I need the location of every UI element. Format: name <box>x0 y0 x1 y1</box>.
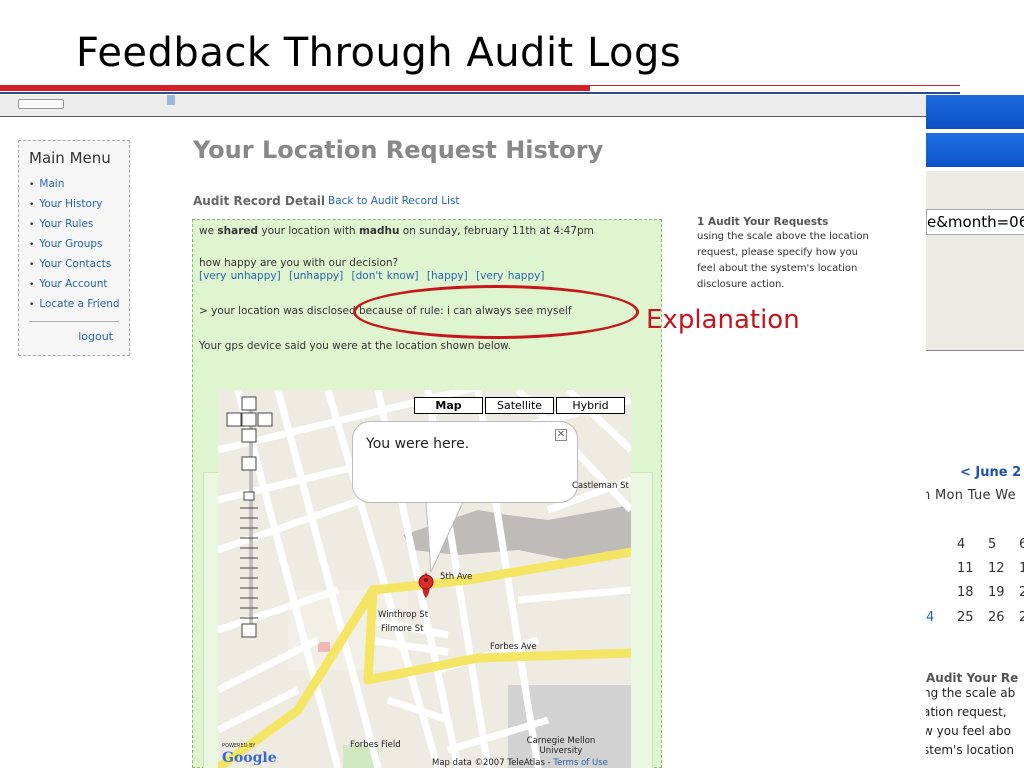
logout-link[interactable]: logout <box>29 330 119 343</box>
menu-item-locate-friend[interactable]: Locate a Friend <box>29 295 119 315</box>
menu-item-main[interactable]: Main <box>29 175 119 195</box>
gps-note: Your gps device said you were at the loc… <box>199 340 512 352</box>
terms-of-use-link[interactable]: Terms of Use <box>553 758 608 768</box>
help-text-line: using the scale above the location <box>697 231 869 242</box>
map-credit: Map data ©2007 TeleAtlas - Terms of Use <box>432 758 608 768</box>
google-logo: Google <box>222 750 277 766</box>
map-street-label: 5th Ave <box>440 572 473 582</box>
title-rule-red <box>0 85 590 91</box>
map-street-label: Winthrop St <box>378 610 429 620</box>
rating-links: [very unhappy] [unhappy] [don't know] [h… <box>199 270 548 282</box>
window-chrome <box>926 171 1024 351</box>
help-text-line: request, please specify how you <box>697 247 858 258</box>
calendar-row: 181920 <box>957 585 1024 600</box>
map-place-label: Carnegie Mellon University <box>526 736 596 756</box>
annotation-label: Explanation <box>646 305 800 335</box>
map-type-satellite-button[interactable]: Satellite <box>485 397 554 414</box>
browser-strip <box>0 95 926 117</box>
menu-item-groups[interactable]: Your Groups <box>29 235 119 255</box>
annotation-ellipse <box>353 285 639 339</box>
menu-item-account[interactable]: Your Account <box>29 275 119 295</box>
rating-very-unhappy[interactable]: [very unhappy] <box>199 270 281 282</box>
map-type-map-button[interactable]: Map <box>414 397 483 414</box>
rating-unhappy[interactable]: [unhappy] <box>289 270 343 282</box>
info-bubble: You were here. ✕ <box>352 421 578 503</box>
title-rule-blue <box>0 92 960 94</box>
audit-line-fragment: stem's location <box>926 743 1015 757</box>
help-text-line: disclosure action. <box>697 279 785 290</box>
close-icon[interactable]: ✕ <box>555 429 567 441</box>
help-text-line: feel about the system's location <box>697 263 858 274</box>
menu-divider <box>29 321 119 322</box>
rating-happy[interactable]: [happy] <box>427 270 468 282</box>
calendar-header[interactable]: < June 2 <box>960 465 1021 480</box>
calendar-row: 4252627 <box>926 610 1024 625</box>
strip-marker <box>167 95 175 105</box>
menu-title: Main Menu <box>29 149 111 167</box>
map-type-hybrid-button[interactable]: Hybrid <box>556 397 625 414</box>
audit-line-fragment: ng the scale ab <box>926 686 1016 700</box>
back-to-list-link[interactable]: Back to Audit Record List <box>328 195 460 207</box>
menu-item-contacts[interactable]: Your Contacts <box>29 255 119 275</box>
map-street-label: Castleman St <box>572 481 629 491</box>
main-menu: Main Menu Main Your History Your Rules Y… <box>18 140 130 356</box>
map-street-label: Forbes Ave <box>490 642 537 652</box>
audit-heading-fragment: Audit Your Re <box>926 671 1019 685</box>
map-street-label: Filmore St <box>381 624 424 634</box>
page-title: Your Location Request History <box>193 136 604 164</box>
slide-title: Feedback Through Audit Logs <box>76 30 682 76</box>
calendar-row: 456 <box>957 537 1024 552</box>
help-heading: 1 Audit Your Requests <box>697 216 829 228</box>
rating-dont-know[interactable]: [don't know] <box>352 270 419 282</box>
feedback-question: how happy are you with our decision? <box>199 257 399 269</box>
bubble-text: You were here. <box>366 436 470 452</box>
map-place-label: Forbes Field <box>350 740 401 750</box>
url-bar[interactable]: e&month=06 <box>926 209 1024 235</box>
menu-item-rules[interactable]: Your Rules <box>29 215 119 235</box>
window-titlebar <box>926 95 1024 129</box>
calendar-row: 111213 <box>957 561 1024 576</box>
powered-by-label: POWERED BY <box>222 743 256 749</box>
calendar-day-names: n Mon Tue We <box>926 488 1016 503</box>
audit-line-fragment: ation request, <box>926 705 1007 719</box>
title-rule-thin <box>590 85 960 86</box>
window-toolbar <box>926 133 1024 167</box>
menu-item-history[interactable]: Your History <box>29 195 119 215</box>
rating-very-happy[interactable]: [very happy] <box>476 270 544 282</box>
audit-line-fragment: w you feel abo <box>926 724 1011 738</box>
web-page: Main Menu Main Your History Your Rules Y… <box>0 118 926 768</box>
record-summary: we shared your location with madhu on su… <box>199 225 594 237</box>
background-window: e&month=06 < June 2 n Mon Tue We 456 11 1… <box>926 95 1024 768</box>
detail-heading: Audit Record Detail <box>193 194 326 208</box>
location-map[interactable]: Map Satellite Hybrid You were here. ✕ 5t… <box>218 390 631 768</box>
browser-tab[interactable] <box>18 99 64 109</box>
